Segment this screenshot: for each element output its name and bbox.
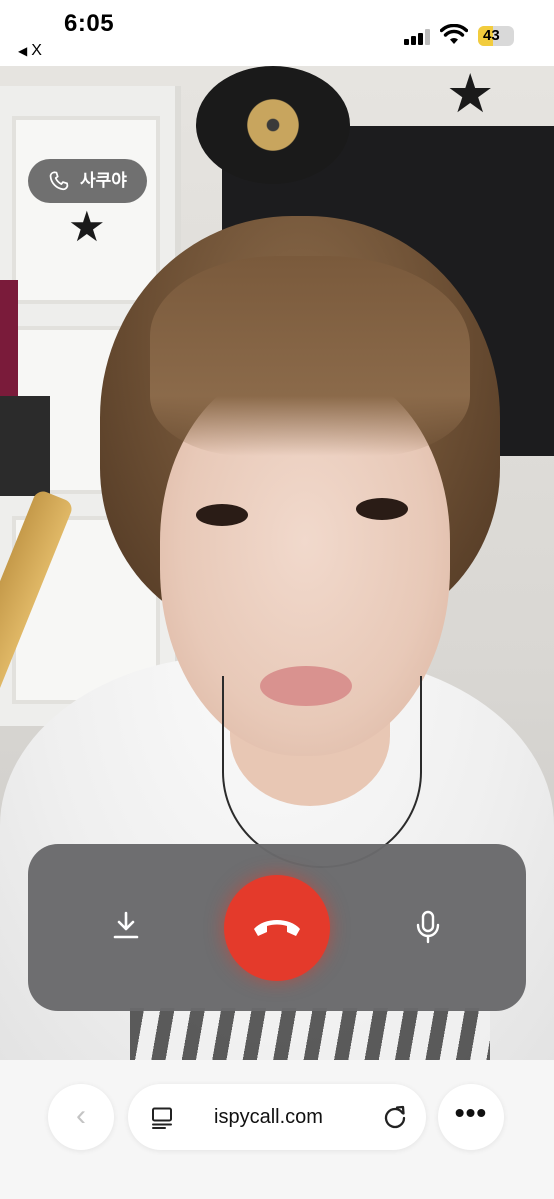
download-icon[interactable]	[112, 910, 140, 940]
reload-icon[interactable]	[382, 1104, 408, 1130]
battery-indicator: 43	[478, 26, 514, 46]
battery-level: 43	[483, 27, 500, 44]
back-triangle-icon: ◀	[18, 44, 28, 58]
url-text: ispycall.com	[214, 1106, 323, 1128]
video-dark-poster	[0, 396, 50, 496]
more-button[interactable]: •••	[438, 1084, 504, 1150]
status-time: 6:05	[64, 10, 115, 37]
caller-pill[interactable]: 사쿠야	[28, 159, 147, 203]
caller-name: 사쿠야	[80, 171, 127, 190]
video-right-eye	[356, 498, 408, 520]
reader-mode-icon[interactable]	[150, 1106, 174, 1130]
video-vinyl-record	[196, 66, 350, 184]
browser-toolbar: ‹ ispycall.com •••	[0, 1060, 554, 1199]
video-shirt-print	[130, 1008, 490, 1060]
end-call-icon	[254, 920, 300, 936]
end-call-button[interactable]	[224, 875, 330, 981]
back-app-label: X	[31, 42, 42, 59]
video-left-eye	[196, 504, 248, 526]
more-icon: •••	[454, 1097, 488, 1128]
back-to-app-link[interactable]: ◀ X	[18, 42, 42, 60]
video-star-decoration: ★	[68, 203, 106, 250]
video-pink-poster	[0, 280, 18, 410]
chevron-left-icon: ‹	[76, 1099, 86, 1132]
video-necklace	[222, 676, 422, 868]
wifi-icon	[440, 24, 468, 44]
video-star-decoration: ★	[446, 66, 495, 124]
phone-icon	[49, 171, 69, 191]
address-bar[interactable]: ispycall.com	[128, 1084, 426, 1150]
video-fringe	[150, 256, 470, 456]
status-bar: 6:05 ◀ X 43	[0, 0, 554, 66]
browser-back-button[interactable]: ‹	[48, 1084, 114, 1150]
video-feed: ★ ★ 사쿠야	[0, 66, 554, 1060]
microphone-icon[interactable]	[414, 910, 442, 944]
cellular-signal-icon	[404, 29, 432, 45]
call-controls-panel	[28, 844, 526, 1011]
